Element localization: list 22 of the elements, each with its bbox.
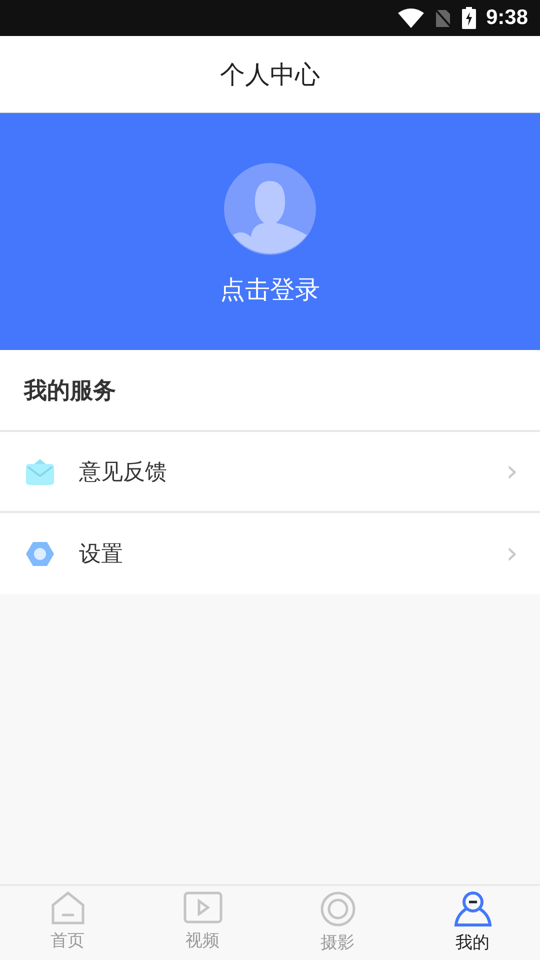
chevron-icon: ›	[506, 536, 518, 571]
battery-icon	[462, 7, 476, 29]
clock-time: 9:38	[486, 6, 528, 30]
wifi-icon	[398, 8, 424, 28]
section-title: 我的服务	[24, 376, 116, 406]
home-icon	[50, 891, 84, 925]
menu-item[interactable]: 意见反馈 ›	[0, 432, 540, 513]
tab[interactable]: 首页	[0, 886, 135, 960]
tab[interactable]: 摄影	[270, 886, 405, 960]
hexagon-icon	[26, 540, 54, 566]
page-title: 个人中心	[220, 58, 320, 90]
envelope-icon	[26, 458, 54, 484]
avatar-icon	[224, 163, 316, 255]
play-icon	[182, 891, 222, 925]
chevron-icon: ›	[506, 454, 518, 489]
no-sim-icon	[434, 8, 452, 28]
ring-icon	[320, 891, 356, 927]
menu-item[interactable]: 设置 ›	[0, 513, 540, 594]
user-icon	[454, 891, 492, 927]
tab[interactable]: 我的	[405, 886, 540, 960]
login-link[interactable]: 点击登录	[220, 273, 320, 306]
tab[interactable]: 视频	[135, 886, 270, 960]
